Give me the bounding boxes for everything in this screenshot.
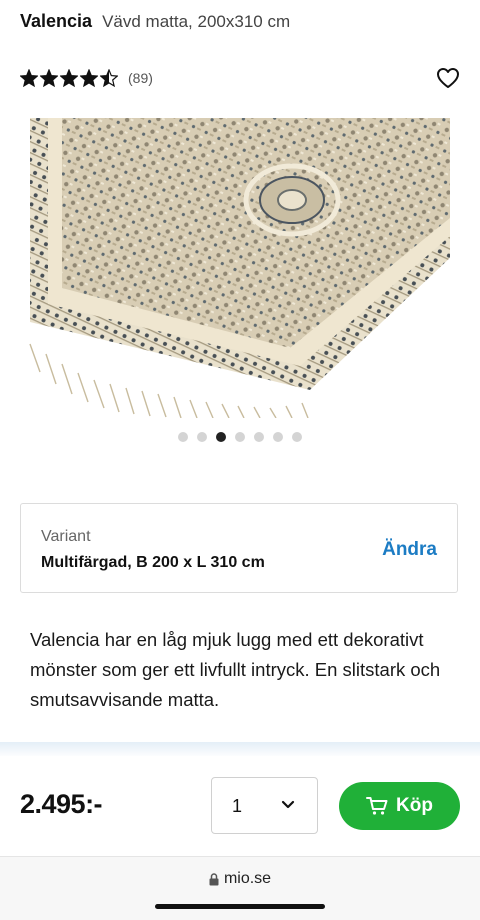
product-header: Valencia Vävd matta, 200x310 cm <box>20 11 460 39</box>
product-description: Valencia har en låg mjuk lugg med ett de… <box>30 629 441 710</box>
variant-selector[interactable]: Variant Multifärgad, B 200 x L 310 cm Än… <box>20 503 458 593</box>
carousel-dot[interactable] <box>254 432 264 442</box>
star-full-icon <box>60 69 78 87</box>
variant-value: Multifärgad, B 200 x L 310 cm <box>41 554 265 571</box>
variant-label: Variant <box>41 528 91 545</box>
carousel-dot-active[interactable] <box>216 432 226 442</box>
star-full-icon <box>20 69 38 87</box>
url-text: mio.se <box>223 870 272 887</box>
star-half-icon <box>100 69 118 87</box>
cart-icon <box>366 797 388 815</box>
carousel-dot[interactable] <box>292 432 302 442</box>
change-variant-link[interactable]: Ändra <box>382 539 437 561</box>
rating-row: (89) <box>20 66 460 90</box>
chevron-down-icon <box>281 800 295 809</box>
star-full-icon <box>80 69 98 87</box>
url-display[interactable]: mio.se <box>0 870 480 888</box>
rating-stars[interactable] <box>20 69 118 87</box>
rug-product-image <box>29 118 480 418</box>
product-subtitle: Vävd matta, 200x310 cm <box>102 12 291 31</box>
product-brand: Valencia <box>20 11 93 31</box>
star-full-icon <box>40 69 58 87</box>
heart-icon[interactable] <box>436 67 460 89</box>
product-image-carousel[interactable] <box>0 118 480 418</box>
carousel-dot[interactable] <box>273 432 283 442</box>
buy-button-label: Köp <box>396 795 433 816</box>
home-indicator[interactable] <box>155 904 325 909</box>
lock-icon <box>209 872 219 885</box>
browser-address-bar[interactable]: mio.se <box>0 857 480 920</box>
buy-button[interactable]: Köp <box>339 782 460 830</box>
price: 2.495:- <box>20 789 103 819</box>
carousel-dots <box>0 432 480 442</box>
carousel-dot[interactable] <box>235 432 245 442</box>
quantity-value: 1 <box>232 796 243 816</box>
review-count[interactable]: (89) <box>128 70 153 86</box>
buy-bar: 2.495:- 1 Köp <box>0 756 480 857</box>
carousel-dot[interactable] <box>197 432 207 442</box>
quantity-select[interactable]: 1 <box>211 777 318 834</box>
carousel-dot[interactable] <box>178 432 188 442</box>
